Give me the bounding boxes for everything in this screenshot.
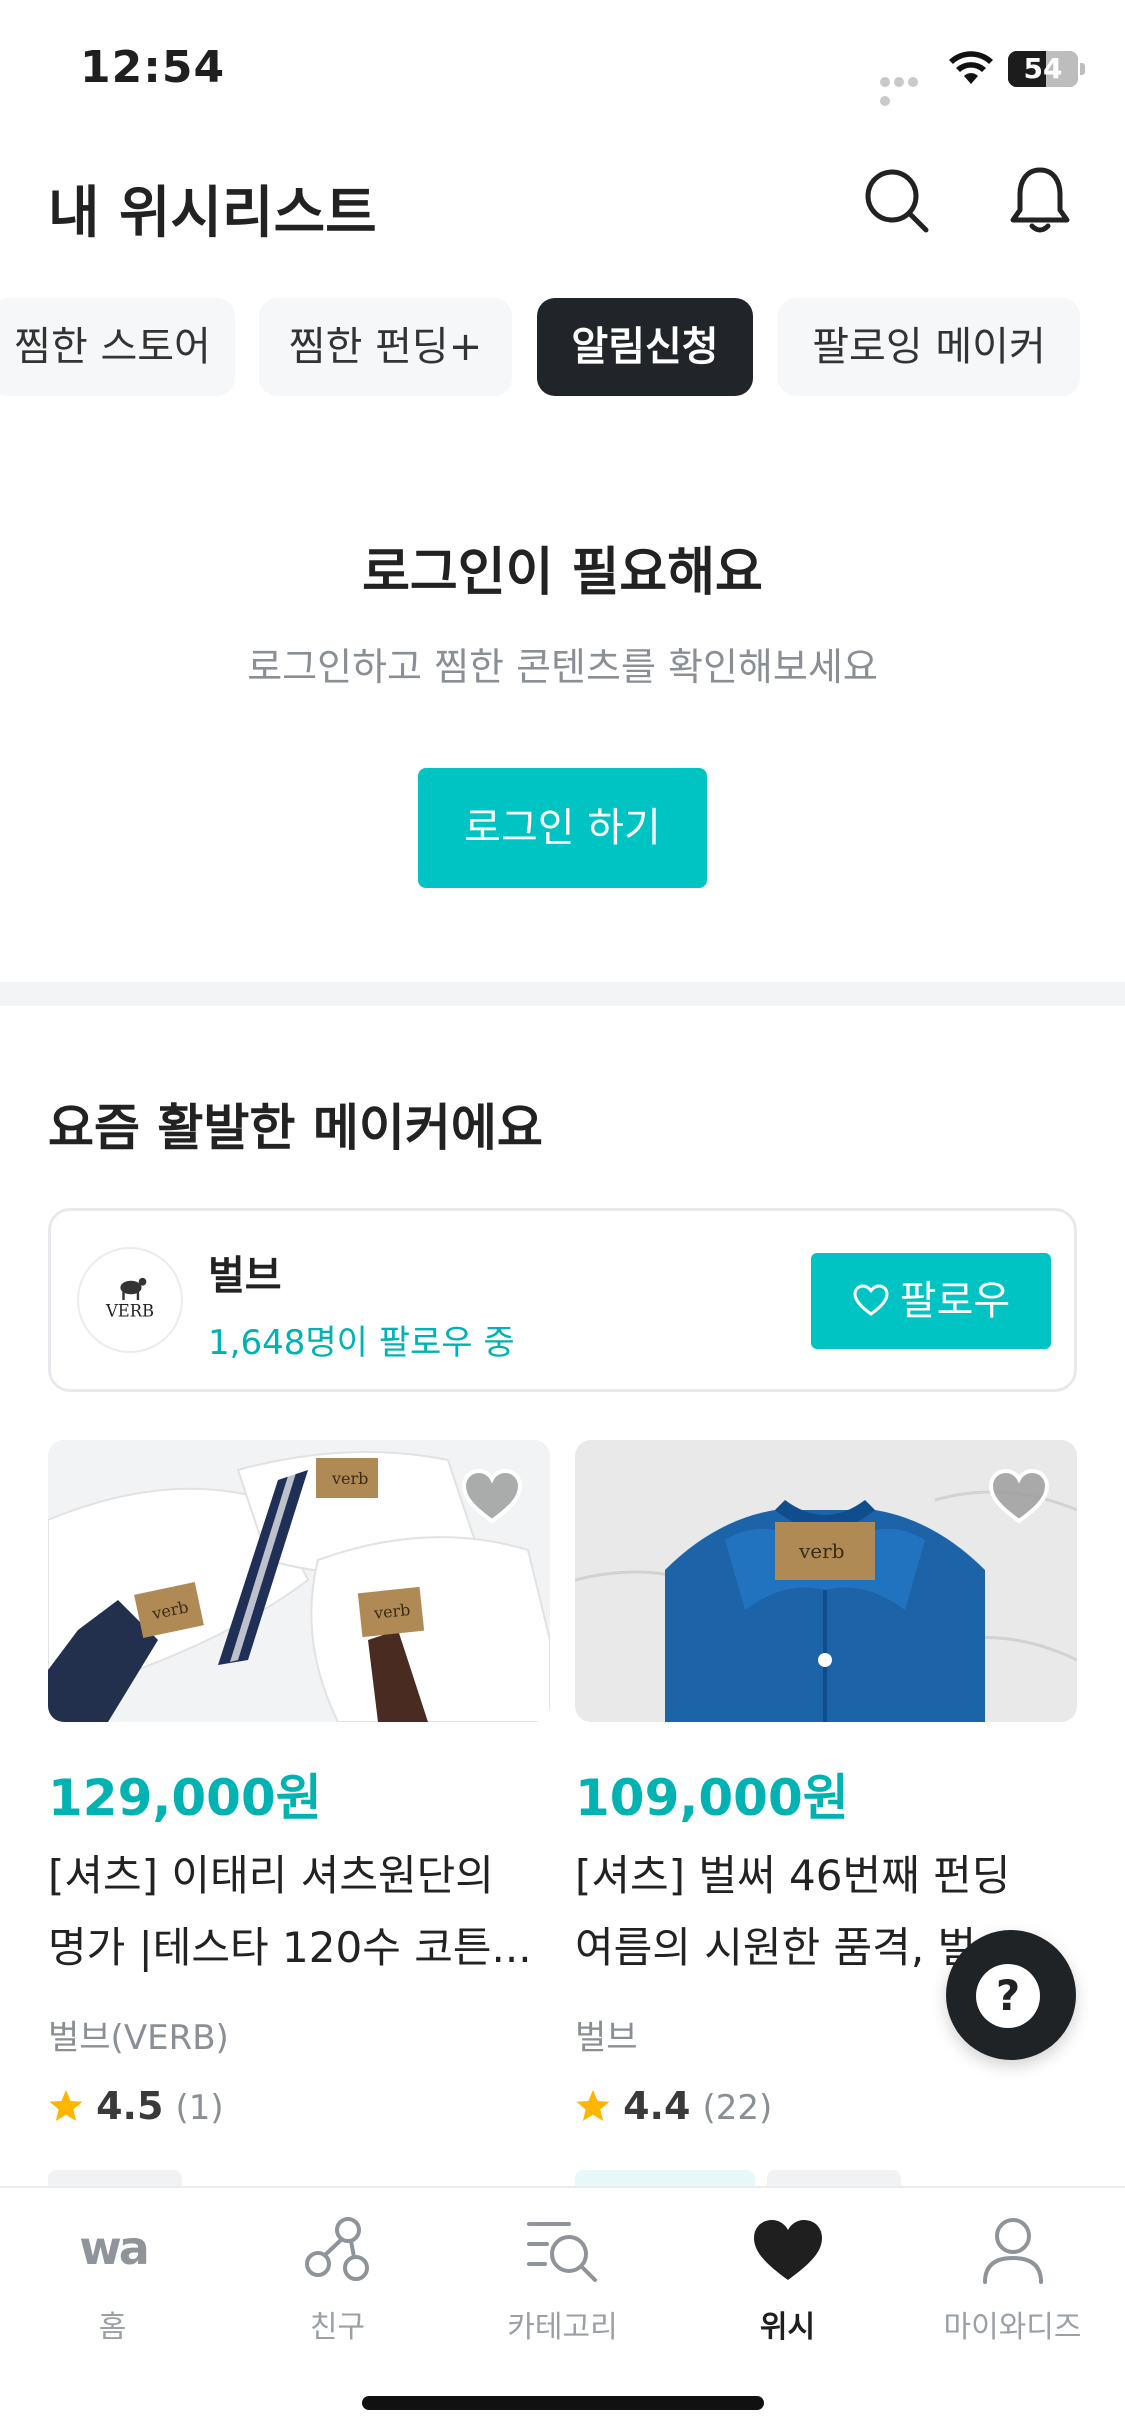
tab-home[interactable]: wa 홈 <box>0 2214 225 2346</box>
heart-icon <box>753 2220 822 2280</box>
follow-button-label: 팔로우 <box>899 1278 1011 1324</box>
search-icon[interactable] <box>858 162 934 238</box>
tab-label: 친구 <box>309 2310 366 2345</box>
maker-logo-text: VERB <box>105 1301 154 1320</box>
product-label-text: verb <box>331 1469 368 1488</box>
help-icon: ? <box>976 1964 1040 2028</box>
product-label-text: verb <box>798 1539 845 1563</box>
friends-network-icon <box>304 2217 369 2281</box>
tab-my-wadiz[interactable]: 마이와디즈 <box>900 2214 1125 2346</box>
product-title[interactable]: [셔츠] 이태리 셔츠원단의 명가 |테스타 120수 코튼... <box>48 1840 550 1984</box>
help-chat-button[interactable]: ? <box>946 1930 1076 2060</box>
follow-button[interactable]: 팔로우 <box>811 1253 1051 1349</box>
person-icon <box>982 2218 1043 2284</box>
product-price: 109,000원 <box>575 1769 849 1827</box>
login-required-subtitle: 로그인하고 찜한 콘텐츠를 확인해보세요 <box>247 645 878 689</box>
maker-followers: 1,648명이 팔로우 중 <box>208 1323 515 1363</box>
battery-icon: 54 <box>1008 51 1078 87</box>
page-header: 내 위시리스트 <box>0 150 1125 250</box>
product-price: 129,000원 <box>48 1769 322 1827</box>
rating-score: 4.5 <box>96 2084 164 2128</box>
login-required-title: 로그인이 필요해요 <box>362 543 763 603</box>
tab-label: 카테고리 <box>507 2310 618 2345</box>
tab-label: 홈 <box>98 2310 127 2345</box>
product-image[interactable]: verb verb verb <box>48 1440 550 1722</box>
product-maker: 벌브 <box>575 2018 638 2058</box>
page-title: 내 위시리스트 <box>48 181 377 246</box>
rating-count: (22) <box>702 2088 773 2128</box>
star-icon <box>576 2090 610 2121</box>
chip-notification[interactable]: 알림신청 <box>537 298 753 396</box>
product-title-line: 명가 |테스타 120수 코튼... <box>48 1923 532 1972</box>
wadiz-logo-icon: wa <box>79 2221 150 2275</box>
maker-card[interactable]: VERB 벌브 1,648명이 팔로우 중 팔로우 <box>48 1208 1077 1392</box>
tab-wish[interactable]: 위시 <box>675 2214 900 2346</box>
login-button[interactable]: 로그인 하기 <box>418 768 707 888</box>
wishlist-screen: 12:54 54 내 위시리스트 찜한 스토어 찜한 펀딩+ 알림신청 팔로잉 … <box>0 0 1125 2436</box>
tab-label: 위시 <box>759 2310 816 2345</box>
rating-count: (1) <box>175 2088 224 2128</box>
battery-percent: 54 <box>1023 52 1063 85</box>
bell-icon[interactable] <box>1002 162 1078 238</box>
chip-liked-funding[interactable]: 찜한 펀딩+ <box>259 298 512 396</box>
product-label-text: verb <box>372 1600 411 1623</box>
maker-logo: VERB <box>77 1247 183 1353</box>
svg-text:wa: wa <box>79 2221 147 2275</box>
tab-friends[interactable]: 친구 <box>225 2214 450 2346</box>
wish-heart-icon[interactable] <box>987 1466 1051 1526</box>
tab-category[interactable]: 카테고리 <box>450 2214 675 2346</box>
wishlist-filter-chips: 찜한 스토어 찜한 펀딩+ 알림신청 팔로잉 메이커 <box>0 298 1125 396</box>
product-title-line: [셔츠] 벌써 46번째 펀딩 <box>575 1851 1011 1900</box>
section-divider <box>0 982 1125 1006</box>
chip-liked-store[interactable]: 찜한 스토어 <box>0 298 235 396</box>
product-rating: 4.4 (22) <box>575 2084 772 2128</box>
status-time: 12:54 <box>80 42 226 93</box>
status-bar: 12:54 54 <box>0 0 1125 140</box>
product-title-line: [셔츠] 이태리 셔츠원단의 <box>48 1851 494 1900</box>
product-rating: 4.5 (1) <box>48 2084 224 2128</box>
cellular-signal-icon <box>880 72 934 106</box>
active-makers-title: 요즘 활발한 메이커에요 <box>48 1099 543 1157</box>
wifi-icon <box>949 51 993 84</box>
category-search-icon <box>526 2222 597 2282</box>
product-image[interactable]: verb <box>575 1440 1077 1722</box>
tab-label: 마이와디즈 <box>943 2310 1082 2345</box>
star-icon <box>49 2090 83 2121</box>
battery-nub <box>1080 63 1085 75</box>
heart-outline-icon <box>853 1284 889 1316</box>
home-indicator <box>362 2396 764 2410</box>
product-maker: 벌브(VERB) <box>48 2018 229 2058</box>
rating-score: 4.4 <box>623 2084 691 2128</box>
chip-following-maker[interactable]: 팔로잉 메이커 <box>778 298 1080 396</box>
wish-heart-icon[interactable] <box>460 1466 524 1526</box>
maker-name: 벌브 <box>208 1253 282 1299</box>
